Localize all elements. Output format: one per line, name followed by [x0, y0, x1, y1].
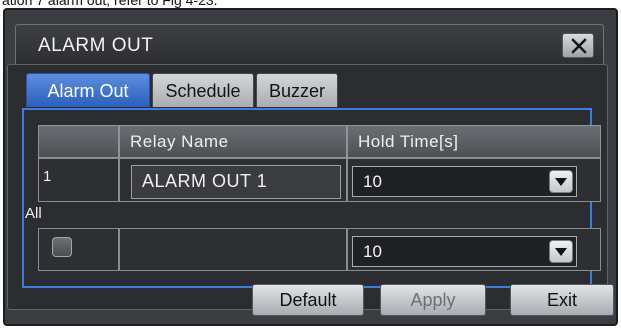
tab-buzzer[interactable]: Buzzer: [256, 73, 338, 107]
close-x-icon: [571, 38, 587, 54]
row-index: 1: [43, 168, 52, 185]
hold-time-select[interactable]: 10: [352, 166, 577, 197]
table-header-hold-time: Hold Time[s]: [347, 125, 601, 158]
dialog-title: ALARM OUT: [38, 35, 154, 56]
close-button[interactable]: [562, 33, 594, 58]
caption-text: ation 7 alarm out, refer to Fig 4-23.: [2, 0, 218, 8]
default-button[interactable]: Default: [252, 284, 364, 316]
tab-schedule[interactable]: Schedule: [152, 73, 254, 107]
document-caption: ation 7 alarm out, refer to Fig 4-23.: [0, 0, 621, 8]
all-empty-cell: [119, 228, 347, 271]
table-header-relay-name: Relay Name: [119, 125, 347, 158]
apply-button[interactable]: Apply: [380, 284, 486, 316]
all-checkbox-cell: [38, 228, 119, 271]
table-header-index: [38, 125, 119, 158]
all-label: All: [25, 205, 42, 222]
exit-button[interactable]: Exit: [510, 284, 614, 316]
relay-name-input[interactable]: ALARM OUT 1: [131, 165, 341, 199]
header-hold-time-label: Hold Time[s]: [358, 132, 459, 151]
title-bar: ALARM OUT: [15, 24, 604, 66]
tab-alarm-out-label: Alarm Out: [47, 81, 129, 101]
dropdown-arrow-icon[interactable]: [549, 240, 573, 263]
tab-schedule-label: Schedule: [165, 81, 241, 101]
dropdown-arrow-icon[interactable]: [549, 170, 573, 193]
hold-time-value: 10: [363, 172, 382, 191]
all-checkbox[interactable]: [52, 237, 72, 257]
tab-buzzer-label: Buzzer: [268, 81, 326, 101]
table-row-index-cell: 1: [38, 158, 119, 202]
all-hold-time-select[interactable]: 10: [352, 236, 577, 267]
header-relay-name-label: Relay Name: [130, 132, 229, 151]
all-hold-time-value: 10: [363, 242, 382, 261]
tab-alarm-out[interactable]: Alarm Out: [26, 73, 150, 107]
